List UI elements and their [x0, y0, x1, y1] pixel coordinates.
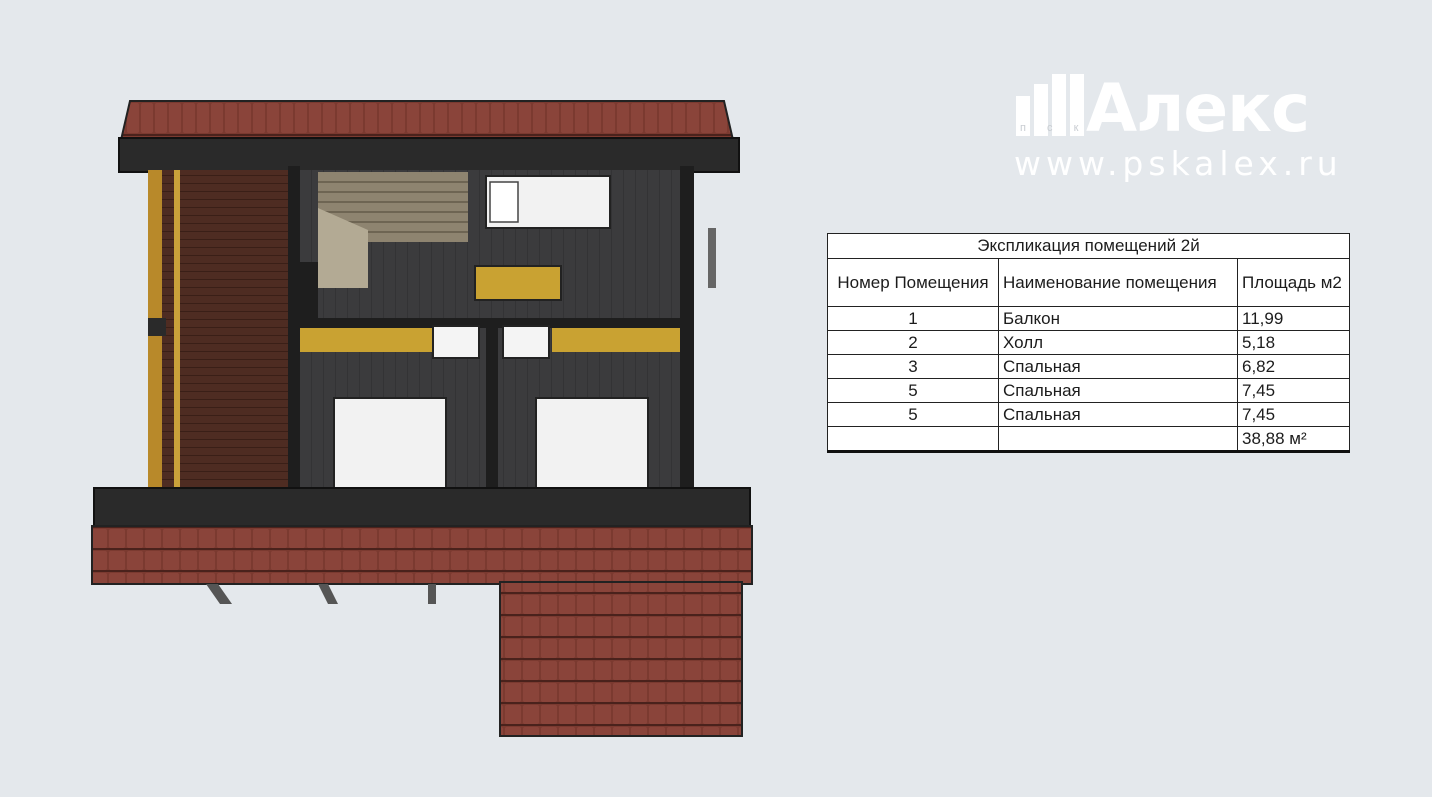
header-area: Площадь м2 — [1237, 258, 1350, 307]
bed-left — [333, 397, 447, 491]
logo-url: www.pskalex.ru — [1014, 144, 1343, 183]
sofa-pillow — [489, 181, 519, 223]
roof-top — [118, 100, 740, 173]
room-number: 5 — [827, 402, 999, 427]
room-name: Балкон — [998, 306, 1238, 331]
room-name: Спальная — [998, 354, 1238, 379]
room-name: Спальная — [998, 378, 1238, 403]
logo-prefix: п с к — [1020, 122, 1088, 134]
balcony — [148, 170, 290, 490]
total-empty-cell — [998, 426, 1238, 452]
table-row: 5 Спальная 7,45 — [827, 402, 1350, 427]
chimney-pipe — [708, 228, 716, 288]
room-area: 5,18 — [1237, 330, 1350, 355]
room-name: Холл — [998, 330, 1238, 355]
total-row: 38,88 м² — [827, 426, 1350, 452]
room-area: 7,45 — [1237, 378, 1350, 403]
table-row: 3 Спальная 6,82 — [827, 354, 1350, 379]
room-area: 7,45 — [1237, 402, 1350, 427]
table-row: 5 Спальная 7,45 — [827, 378, 1350, 403]
room-name: Спальная — [998, 402, 1238, 427]
table-title: Экспликация помещений 2й — [827, 233, 1350, 259]
stair-railing — [474, 265, 562, 301]
room-number: 2 — [827, 330, 999, 355]
floor-plan-drawing — [91, 100, 753, 737]
company-logo: п с к Алекс www.pskalex.ru — [1012, 68, 1352, 184]
header-number: Номер Помещения — [827, 258, 999, 307]
total-area: 38,88 м² — [1237, 426, 1350, 452]
room-area: 11,99 — [1237, 306, 1350, 331]
room-area: 6,82 — [1237, 354, 1350, 379]
total-empty-cell — [827, 426, 999, 452]
roof-bottom — [91, 487, 753, 737]
logo-brand: Алекс — [1086, 70, 1310, 147]
bed-right — [535, 397, 649, 491]
room-number: 3 — [827, 354, 999, 379]
table-row: 2 Холл 5,18 — [827, 330, 1350, 355]
room-number: 1 — [827, 306, 999, 331]
explication-table: Экспликация помещений 2й Номер Помещения… — [827, 233, 1350, 453]
header-name: Наименование помещения — [998, 258, 1238, 307]
room-number: 5 — [827, 378, 999, 403]
table-row: 1 Балкон 11,99 — [827, 306, 1350, 331]
